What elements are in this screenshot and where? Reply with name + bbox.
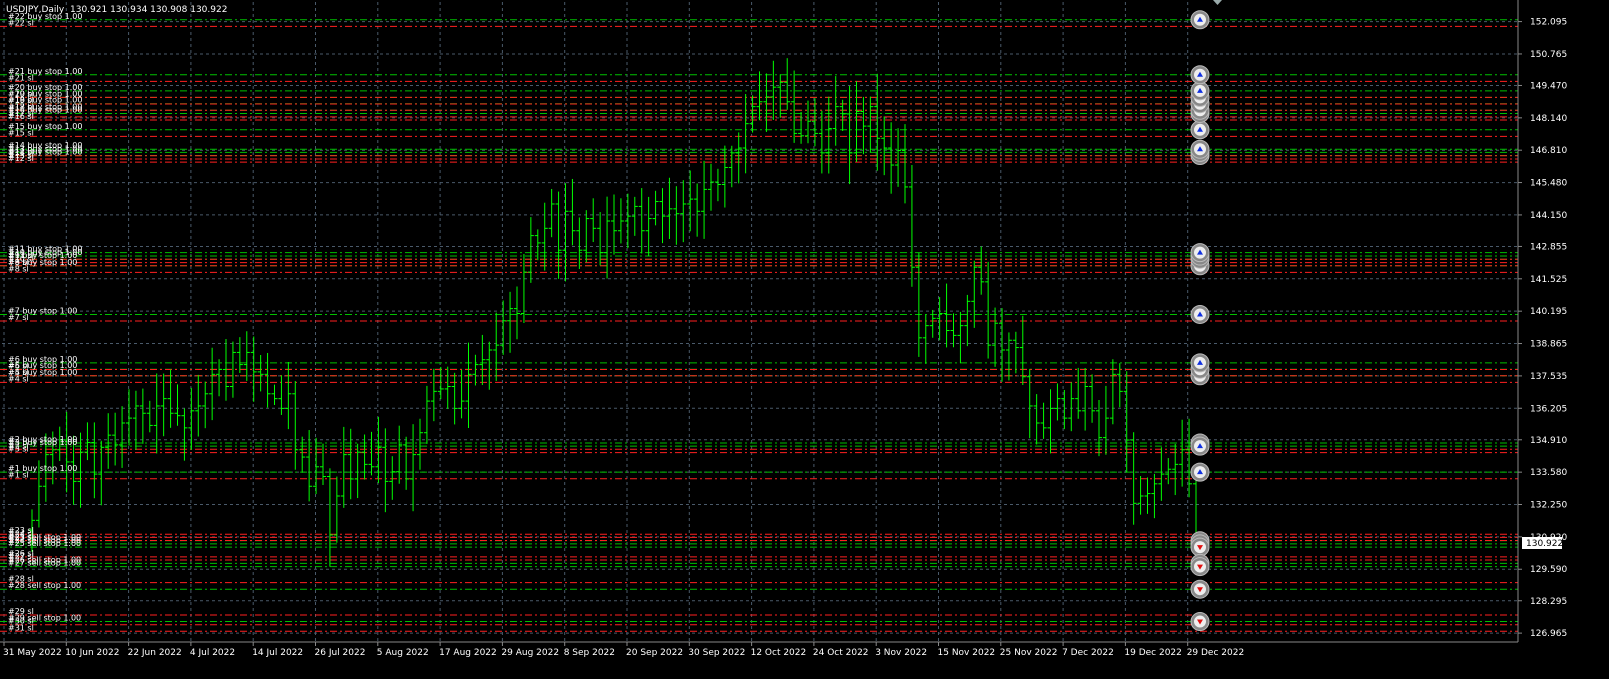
time-tick-label: 15 Nov 2022 bbox=[938, 648, 996, 658]
price-tick-label: 132.250 bbox=[1530, 501, 1567, 511]
time-tick-label: 4 Jul 2022 bbox=[190, 648, 235, 658]
time-tick-label: 7 Dec 2022 bbox=[1062, 648, 1114, 658]
price-tick-label: 150.765 bbox=[1530, 50, 1567, 60]
order-label: #6 sl bbox=[8, 361, 29, 370]
order-label: #7 sl bbox=[8, 313, 29, 322]
time-tick-label: 8 Sep 2022 bbox=[564, 648, 615, 658]
current-price-label: 130.922 bbox=[1526, 539, 1563, 549]
price-tick-label: 134.910 bbox=[1530, 436, 1567, 446]
chart-title: USDJPY,Daily bbox=[6, 5, 65, 15]
price-tick-label: 144.150 bbox=[1530, 211, 1567, 221]
price-chart[interactable]: #1 buy stop 1.00#1 sl#2 buy stop 1.00#2 … bbox=[0, 0, 1609, 679]
order-label: #22 sl bbox=[8, 18, 34, 27]
time-tick-label: 20 Sep 2022 bbox=[626, 648, 683, 658]
order-label: #29 sl bbox=[8, 607, 34, 616]
order-markers bbox=[1190, 10, 1210, 632]
order-label: #3 sl bbox=[8, 445, 29, 454]
time-tick-label: 29 Dec 2022 bbox=[1187, 648, 1245, 658]
price-tick-label: 129.590 bbox=[1530, 565, 1567, 575]
order-label: #31 sl bbox=[8, 623, 34, 632]
price-tick-label: 128.295 bbox=[1530, 597, 1567, 607]
time-tick-label: 5 Aug 2022 bbox=[377, 648, 429, 658]
time-tick-label: 26 Jul 2022 bbox=[315, 648, 366, 658]
order-label: #27 sl bbox=[8, 552, 34, 561]
price-tick-label: 146.810 bbox=[1530, 146, 1567, 156]
price-tick-label: 140.195 bbox=[1530, 307, 1567, 317]
order-label: #20 sl bbox=[8, 89, 34, 98]
order-label: #15 sl bbox=[8, 128, 34, 137]
ohlc-values: 130.921 130.934 130.908 130.922 bbox=[70, 5, 227, 15]
price-tick-label: 138.865 bbox=[1530, 340, 1567, 350]
time-tick-label: 14 Jul 2022 bbox=[252, 648, 303, 658]
time-tick-label: 29 Aug 2022 bbox=[501, 648, 559, 658]
order-label: #11 sl bbox=[8, 251, 34, 260]
time-tick-label: 24 Oct 2022 bbox=[813, 648, 869, 658]
order-label: #25 sl bbox=[8, 533, 34, 542]
price-tick-label: 141.525 bbox=[1530, 275, 1567, 285]
price-tick-label: 142.855 bbox=[1530, 242, 1567, 252]
chart-background bbox=[0, 0, 1609, 679]
order-label: #28 sl bbox=[8, 575, 34, 584]
time-tick-label: 30 Sep 2022 bbox=[688, 648, 745, 658]
order-label: #1 sl bbox=[8, 471, 29, 480]
time-tick-label: 25 Nov 2022 bbox=[1000, 648, 1058, 658]
price-tick-label: 137.535 bbox=[1530, 372, 1567, 382]
time-tick-label: 3 Nov 2022 bbox=[875, 648, 927, 658]
price-tick-label: 152.095 bbox=[1530, 18, 1567, 28]
time-tick-label: 31 May 2022 bbox=[3, 648, 62, 658]
price-tick-label: 136.205 bbox=[1530, 404, 1567, 414]
order-label: #21 sl bbox=[8, 73, 34, 82]
time-tick-label: 10 Jun 2022 bbox=[65, 648, 119, 658]
time-tick-label: 12 Oct 2022 bbox=[751, 648, 807, 658]
price-tick-label: 149.470 bbox=[1530, 81, 1567, 91]
price-tick-label: 126.965 bbox=[1530, 629, 1567, 639]
price-tick-label: 148.140 bbox=[1530, 114, 1567, 124]
order-label: #14 sl bbox=[8, 148, 34, 157]
time-tick-label: 17 Aug 2022 bbox=[439, 648, 497, 658]
price-tick-label: 145.480 bbox=[1530, 179, 1567, 189]
price-tick-label: 133.580 bbox=[1530, 468, 1567, 478]
time-tick-label: 19 Dec 2022 bbox=[1124, 648, 1182, 658]
time-tick-label: 22 Jun 2022 bbox=[128, 648, 182, 658]
